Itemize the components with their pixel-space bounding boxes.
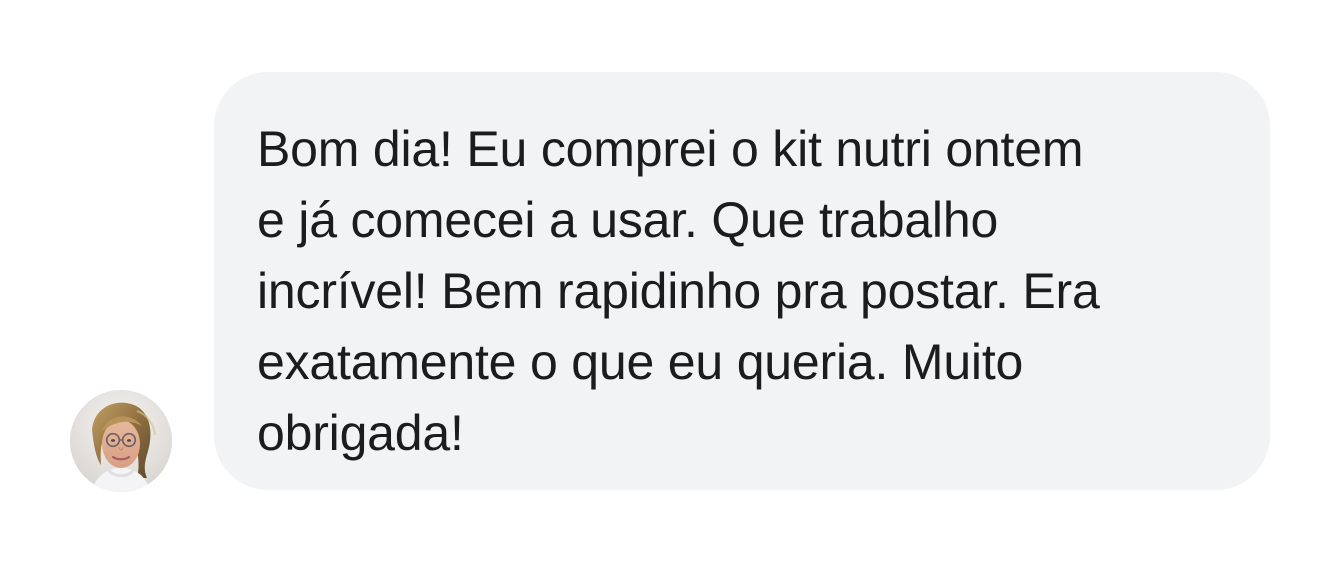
message-line: Bom dia! Eu comprei o kit nutri ontem [257,121,1084,177]
incoming-message-row: Bom dia! Eu comprei o kit nutri ontem e … [0,0,1333,572]
sender-avatar[interactable] [70,390,172,492]
message-line: obrigada! [257,405,464,461]
message-line: incrível! Bem rapidinho pra postar. Era [257,263,1100,319]
user-avatar-icon [70,390,172,492]
message-bubble[interactable]: Bom dia! Eu comprei o kit nutri ontem e … [214,72,1270,490]
message-line: e já comecei a usar. Que trabalho [257,192,999,248]
message-text: Bom dia! Eu comprei o kit nutri ontem e … [257,114,1230,469]
message-line: exatamente o que eu queria. Muito [257,334,1024,390]
